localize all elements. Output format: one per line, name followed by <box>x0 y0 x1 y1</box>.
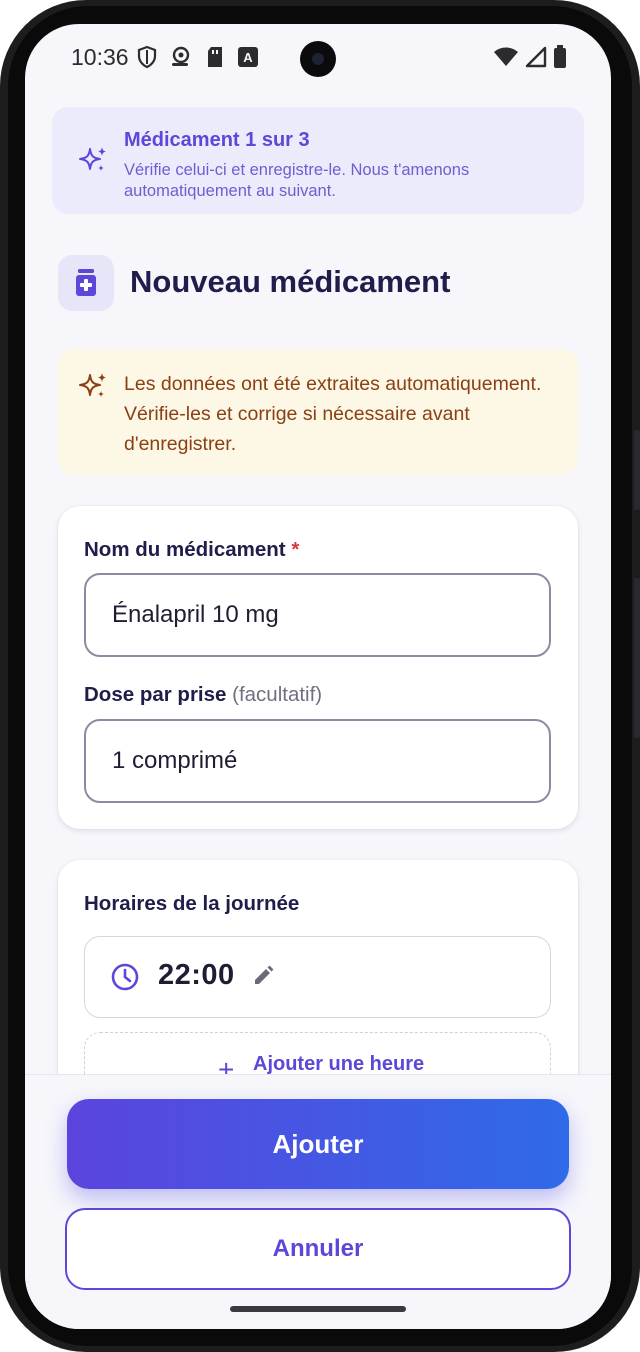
auto-extract-warning-banner: Les données ont été extraites automatiqu… <box>58 349 578 475</box>
dose-field-label: Dose par prise (facultatif) <box>84 683 322 707</box>
add-time-label: Ajouter une heure <box>253 1053 425 1075</box>
shield-icon <box>137 45 157 69</box>
wifi-icon <box>494 47 518 66</box>
clock-icon <box>111 963 139 991</box>
status-icons-right <box>493 45 567 69</box>
name-label-text: Nom du médicament <box>84 538 286 561</box>
optional-mark: (facultatif) <box>232 683 323 706</box>
pencil-icon[interactable] <box>252 965 274 987</box>
batch-progress-subtitle: Vérifie celui-ci et enregistre-le. Nous … <box>124 161 470 200</box>
sparkles-icon <box>79 373 106 397</box>
bottom-action-bar: Ajouter Annuler <box>25 1074 611 1329</box>
cancel-button[interactable]: Annuler <box>65 1208 571 1290</box>
time-value: 22:00 <box>158 959 235 991</box>
dose-input[interactable] <box>84 719 551 803</box>
font-icon: A <box>238 47 258 67</box>
schedule-title: Horaires de la journée <box>84 892 300 915</box>
header-icon-container <box>58 255 114 311</box>
status-time: 10:36 <box>71 44 129 70</box>
app-screen: 10:36 A Médicament 1 sur 3 Vérifie celui… <box>25 24 611 1329</box>
cellular-signal-icon <box>525 46 547 68</box>
device-frame: 10:36 A Médicament 1 sur 3 Vérifie celui… <box>0 0 640 1352</box>
battery-icon <box>554 45 566 68</box>
front-camera <box>300 41 336 77</box>
add-button[interactable]: Ajouter <box>67 1099 569 1189</box>
batch-progress-title: Médicament 1 sur 3 <box>124 129 310 151</box>
name-field-label: Nom du médicament * <box>84 538 299 562</box>
required-mark: * <box>291 538 300 561</box>
medication-details-card: Nom du médicament * Dose par prise (facu… <box>58 506 578 829</box>
medication-name-input[interactable] <box>84 573 551 657</box>
location-pin-icon <box>172 46 190 66</box>
batch-progress-banner: Médicament 1 sur 3 Vérifie celui-ci et e… <box>52 107 584 214</box>
svg-text:A: A <box>243 50 253 65</box>
sd-card-icon <box>208 47 222 67</box>
auto-extract-warning-text: Les données ont été extraites automatiqu… <box>124 373 542 455</box>
medicine-box-icon <box>76 269 96 296</box>
volume-button <box>634 430 640 510</box>
time-slot[interactable]: 22:00 <box>84 936 551 1018</box>
home-indicator[interactable] <box>230 1306 406 1312</box>
status-icons-left: A <box>137 45 259 69</box>
sparkles-icon <box>79 147 106 171</box>
power-button <box>634 578 640 738</box>
dose-label-text: Dose par prise <box>84 683 227 706</box>
page-title: Nouveau médicament <box>130 264 451 299</box>
